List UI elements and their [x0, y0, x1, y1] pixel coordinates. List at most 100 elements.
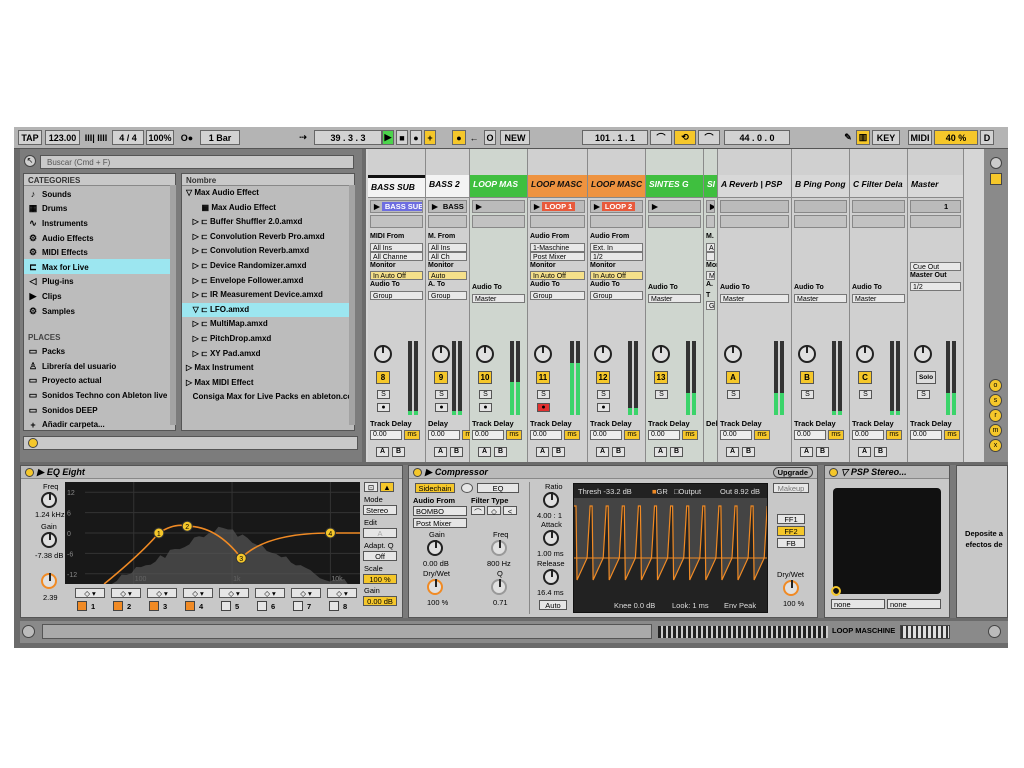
loop-switch-icon[interactable]: ⟲	[674, 130, 696, 145]
play-icon[interactable]: ▶	[382, 130, 394, 145]
file-item[interactable]: ▷ ⊏ Convolution Reverb Pro.amxd	[182, 230, 354, 245]
pan-knob[interactable]	[724, 345, 742, 363]
clip-launch[interactable]: LOOP 1	[542, 202, 575, 211]
audio-to-dropdown[interactable]: Master	[472, 294, 525, 303]
attack-knob[interactable]	[543, 530, 559, 546]
threshold-readout[interactable]: Thresh -33.2 dB	[578, 487, 632, 496]
hide-detail-icon[interactable]	[22, 625, 35, 638]
crossfade-a-button[interactable]: A	[654, 447, 667, 457]
track-delay-field[interactable]: 0.00	[794, 430, 826, 440]
draw-mode-icon[interactable]: ✎	[842, 130, 854, 145]
band-on-toggle[interactable]	[329, 601, 339, 611]
track-title[interactable]: Master	[908, 175, 963, 198]
crossfade-b-button[interactable]: B	[450, 447, 463, 457]
crossfade-b-button[interactable]: B	[670, 447, 683, 457]
clip-slot[interactable]: ▶	[472, 200, 525, 213]
record-icon[interactable]: ●	[410, 130, 422, 145]
sc-freq-value[interactable]: 800 Hz	[487, 559, 511, 568]
band-on-toggle[interactable]	[185, 601, 195, 611]
release-value[interactable]: 16.4 ms	[537, 588, 564, 597]
track-activator[interactable]: 9	[434, 371, 448, 384]
input-type-dropdown[interactable]: All Ins	[370, 243, 423, 252]
edit-button[interactable]: A	[363, 528, 397, 538]
input-type-dropdown[interactable]: All	[706, 243, 715, 252]
solo-button[interactable]: S	[801, 390, 814, 399]
clip-preview-waveform[interactable]	[900, 625, 950, 639]
clip-slot[interactable]: ▶ BASS 2	[428, 200, 467, 213]
input-type-dropdown[interactable]: 1-Maschine	[530, 243, 585, 252]
preview-bar[interactable]	[23, 436, 358, 450]
track-title[interactable]: C Filter Dela	[850, 175, 907, 198]
crossfader-toggle-icon[interactable]: x	[989, 439, 1002, 452]
device-on-icon[interactable]	[413, 468, 422, 477]
arm-button[interactable]: ●	[597, 403, 610, 412]
file-item[interactable]: ▷ ⊏ Device Randomizer.amxd	[182, 259, 354, 274]
punch-out-icon[interactable]: ⌒	[698, 130, 720, 145]
track-title[interactable]: SI	[704, 175, 717, 198]
band-filter-type[interactable]: ◇ ▾	[183, 588, 213, 598]
sends-toggle-icon[interactable]: s	[989, 394, 1002, 407]
loop-length-field[interactable]: 44 . 0 . 0	[724, 130, 790, 145]
session-record-icon[interactable]: O	[484, 130, 496, 145]
sc-drywet-value[interactable]: 100 %	[427, 598, 448, 607]
q-knob[interactable]	[41, 573, 57, 589]
file-item[interactable]: ▦ Max Audio Effect	[182, 201, 354, 216]
song-position-field[interactable]: 39 . 3 . 3	[314, 130, 382, 145]
solo-button[interactable]: S	[537, 390, 550, 399]
tap-button[interactable]: TAP	[18, 130, 42, 145]
track-delay-field[interactable]: 0.00	[472, 430, 504, 440]
categories-scrollbar[interactable]	[170, 185, 176, 425]
adapt-q-toggle[interactable]: Off	[363, 551, 397, 561]
place-item[interactable]: ▭ Sonidos Techno con Ableton live	[24, 387, 175, 402]
fb-button[interactable]: FB	[777, 538, 805, 548]
clip-stop-slot[interactable]	[472, 215, 525, 228]
clip-stop-slot[interactable]	[530, 215, 585, 228]
preview-toggle-icon[interactable]	[28, 438, 38, 448]
eq-activity-icon[interactable]: ▲	[380, 482, 394, 492]
delay-units-toggle[interactable]: ms	[682, 430, 698, 440]
monitor-switch[interactable]: Cue Out	[910, 262, 961, 271]
place-item[interactable]: ▭ Sonidos DEEP	[24, 402, 175, 417]
computer-midi-keyboard-icon[interactable]: ▥	[856, 130, 870, 145]
midi-map-button[interactable]: MIDI	[908, 130, 932, 145]
file-item[interactable]: ▷ ⊏ Envelope Follower.amxd	[182, 274, 354, 289]
crossfade-a-button[interactable]: A	[478, 447, 491, 457]
psp-param1-dropdown[interactable]: none	[831, 599, 885, 609]
track-activator[interactable]: 8	[376, 371, 390, 384]
mixer-toggle-icon[interactable]: m	[989, 424, 1002, 437]
clip-stop-slot[interactable]	[706, 215, 715, 228]
loop-start-field[interactable]: 101 . 1 . 1	[582, 130, 648, 145]
category-item[interactable]: ⚙ MIDI Effects	[24, 244, 175, 259]
release-knob[interactable]	[543, 569, 559, 585]
track-activator[interactable]: 12	[596, 371, 610, 384]
track-activator[interactable]: 13	[654, 371, 668, 384]
auto-release-toggle[interactable]: Auto	[539, 600, 567, 610]
crossfade-b-button[interactable]: B	[392, 447, 405, 457]
q-value[interactable]: 2.39	[43, 593, 58, 602]
crossfade-b-button[interactable]: B	[874, 447, 887, 457]
audio-to-dropdown[interactable]: Master	[648, 294, 701, 303]
clip-stop-slot[interactable]	[794, 215, 847, 228]
track-delay-field[interactable]: 0.00	[590, 430, 622, 440]
crossfade-b-button[interactable]: B	[816, 447, 829, 457]
clip-slot[interactable]: 1	[910, 200, 961, 213]
band-filter-type[interactable]: ◇ ▾	[219, 588, 249, 598]
envelope-dropdown[interactable]: Env Peak	[724, 601, 756, 610]
category-item[interactable]: ⚙ Samples	[24, 303, 175, 318]
automation-arm-icon[interactable]: ●	[452, 130, 466, 145]
solo-button[interactable]: S	[727, 390, 740, 399]
track-delay-field[interactable]: 0.00	[530, 430, 562, 440]
band-filter-type[interactable]: ◇ ▾	[291, 588, 321, 598]
input-channel-dropdown[interactable]	[706, 252, 715, 261]
audio-to-dropdown[interactable]: Master	[852, 294, 905, 303]
solo-button[interactable]: S	[917, 390, 930, 399]
pan-knob[interactable]	[914, 345, 932, 363]
band-on-toggle[interactable]	[257, 601, 267, 611]
input-channel-dropdown[interactable]: All Ch	[428, 252, 467, 261]
category-item[interactable]: ▶ Clips	[24, 288, 175, 303]
monitor-switch[interactable]: Auto	[428, 271, 467, 280]
pan-knob[interactable]	[798, 345, 816, 363]
clip-slot[interactable]	[794, 200, 847, 213]
band-on-toggle[interactable]	[221, 601, 231, 611]
clip-slot[interactable]: ▶	[648, 200, 701, 213]
